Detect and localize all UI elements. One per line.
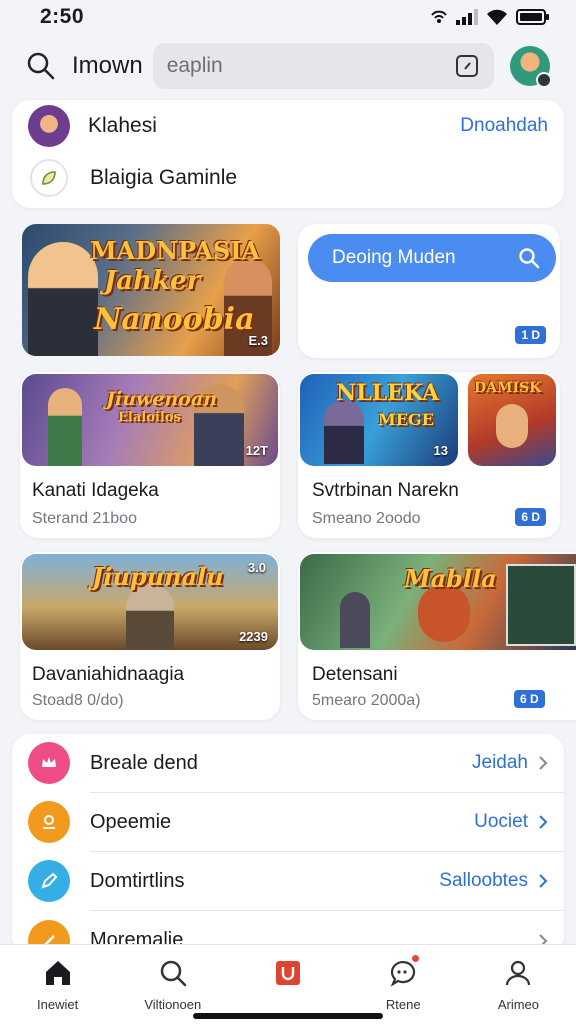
- game-art-title: NLLEKA: [336, 380, 440, 406]
- user-icon: [28, 801, 70, 843]
- settings-item[interactable]: Breale dend Jeidah: [28, 734, 564, 793]
- settings-item-value: Jeidah: [472, 752, 528, 773]
- game-card[interactable]: Mablla Detensani 5mearo 2000a) 6 D: [298, 552, 576, 720]
- game-art-tag: 13: [433, 443, 448, 458]
- game-badge: 6 D: [515, 508, 546, 526]
- game-thumbnail: NLLEKA MEGE 13: [300, 374, 458, 466]
- nav-tab-home[interactable]: Inewiet: [0, 945, 115, 1024]
- hero-figure: [28, 242, 98, 356]
- game-title: Svtrbinan Narekn: [312, 480, 459, 501]
- game-thumbnail: Jiuwenoan Elaloilos 12T: [22, 374, 278, 466]
- account-link[interactable]: Dnoahdah: [460, 115, 548, 137]
- banner-tag: E.3: [248, 333, 268, 348]
- search-placeholder: еaplin: [166, 54, 223, 77]
- battery-icon: [516, 9, 549, 25]
- bottom-nav: Inewiet Viltionoen Rtene Arimeo: [0, 944, 576, 1024]
- character-figure: [324, 400, 364, 464]
- status-icons: [430, 9, 550, 25]
- account-row[interactable]: Klahesi Dnoahdah: [28, 100, 548, 152]
- game-art-title: Jiupunalu: [92, 562, 224, 591]
- promo-label: Deoing Muden: [332, 247, 456, 268]
- settings-item-label: Breale dend: [90, 751, 198, 774]
- leaf-icon: [30, 159, 68, 197]
- top-bar: Imown еaplin: [0, 40, 576, 92]
- account-card: Klahesi Dnoahdah Blaigia Gaminle: [12, 100, 564, 208]
- status-time: 2:50: [40, 5, 85, 28]
- account-secondary-row[interactable]: Blaigia Gaminle: [28, 152, 548, 204]
- profile-icon: [502, 957, 534, 989]
- app-title: Imown: [72, 52, 143, 79]
- game-subtitle: Stoad8 0/do): [32, 692, 124, 709]
- voice-search-icon[interactable]: [454, 53, 480, 79]
- store-icon: [272, 957, 304, 989]
- game-art-title-secondary: DAMISK: [474, 380, 542, 396]
- nav-tab-profile[interactable]: Arimeo: [461, 945, 576, 1024]
- settings-list: Breale dend Jeidah Opeemie Uociet Domtir…: [12, 734, 564, 954]
- game-subtitle: 5mearo 2000a): [312, 692, 421, 709]
- chevron-right-icon: [539, 756, 548, 770]
- character-figure: [126, 584, 174, 650]
- banner-title-1: MADNPASIA: [90, 236, 261, 265]
- game-art-tag: 12T: [245, 443, 268, 458]
- game-card[interactable]: Jiuwenoan Elaloilos 12T Kanati Idageka S…: [20, 372, 280, 538]
- cellular-signal-icon: [456, 9, 478, 25]
- game-subtitle: Smeano 2oodo: [312, 510, 421, 527]
- featured-game-banner[interactable]: MADNPASIA Jahker Nanoobia E.3: [22, 224, 280, 356]
- game-thumbnail: Jiupunalu 2239 3.0: [22, 554, 278, 650]
- nav-tab-label: Inewiet: [37, 997, 79, 1012]
- banner-title-3: Nanoobia: [94, 302, 255, 337]
- settings-item-value: Uociet: [474, 811, 528, 832]
- game-art-tag-top: 3.0: [247, 560, 266, 575]
- nav-tab-label: Viltionoen: [144, 997, 202, 1012]
- game-badge: 6 D: [514, 690, 545, 708]
- crown-icon: [28, 742, 70, 784]
- settings-item-label: Opeemie: [90, 810, 172, 833]
- search-icon: [519, 248, 540, 269]
- home-icon: [42, 957, 74, 989]
- game-title: Kanati Idageka: [32, 480, 159, 501]
- promo-search-button[interactable]: Deoing Muden: [308, 234, 556, 282]
- search-icon[interactable]: [26, 51, 56, 81]
- game-card[interactable]: NLLEKA MEGE 13 DAMISK Svtrbinan Narekn S…: [298, 372, 560, 538]
- banner-title-2: Jahker: [104, 266, 201, 296]
- game-title: Detensani: [312, 664, 398, 685]
- game-title: Davaniahidnaagia: [32, 664, 185, 685]
- game-art-title: Mablla: [404, 564, 497, 593]
- account-secondary-label: Blaigia Gaminle: [90, 166, 238, 189]
- nav-tab-label: Arimeo: [497, 997, 539, 1012]
- game-thumbnail-secondary: DAMISK: [468, 374, 556, 466]
- search-input[interactable]: еaplin: [152, 43, 494, 89]
- status-bar: 2:50: [0, 0, 576, 34]
- game-preview-panel: [506, 564, 576, 646]
- game-subtitle: Sterand 21boo: [32, 510, 137, 527]
- chevron-right-icon: [539, 874, 548, 888]
- notification-dot: [410, 953, 422, 964]
- chevron-right-icon: [539, 815, 548, 829]
- home-indicator[interactable]: [193, 1013, 383, 1019]
- wifi-icon: [487, 9, 507, 25]
- settings-item[interactable]: Domtirtlins Salloobtes: [28, 852, 564, 911]
- settings-item-value: Salloobtes: [439, 870, 528, 891]
- account-name: Klahesi: [88, 114, 157, 137]
- promo-card: Deoing Muden 1 D: [298, 224, 560, 358]
- edit-icon: [28, 860, 70, 902]
- promo-badge: 1 D: [515, 326, 546, 344]
- search-icon: [157, 957, 189, 989]
- character-figure: [48, 388, 82, 466]
- chat-icon: [387, 953, 422, 989]
- profile-avatar[interactable]: [510, 46, 552, 88]
- character-figure: [496, 404, 528, 448]
- game-art-tag: 2239: [239, 629, 268, 644]
- nav-tab-label: Rtene: [385, 997, 421, 1012]
- settings-item-label: Domtirtlins: [90, 869, 185, 892]
- game-art-title: Jiuwenoan: [106, 388, 218, 410]
- game-art-subtitle: Elaloilos: [118, 410, 181, 425]
- game-art-subtitle: MEGE: [378, 410, 434, 429]
- character-figure: [340, 592, 370, 648]
- hotspot-icon: [431, 10, 447, 23]
- game-thumbnail: Mablla: [300, 554, 576, 650]
- game-card[interactable]: Jiupunalu 2239 3.0 Davaniahidnaagia Stoa…: [20, 552, 280, 720]
- settings-item[interactable]: Opeemie Uociet: [28, 793, 564, 852]
- account-avatar: [28, 105, 70, 147]
